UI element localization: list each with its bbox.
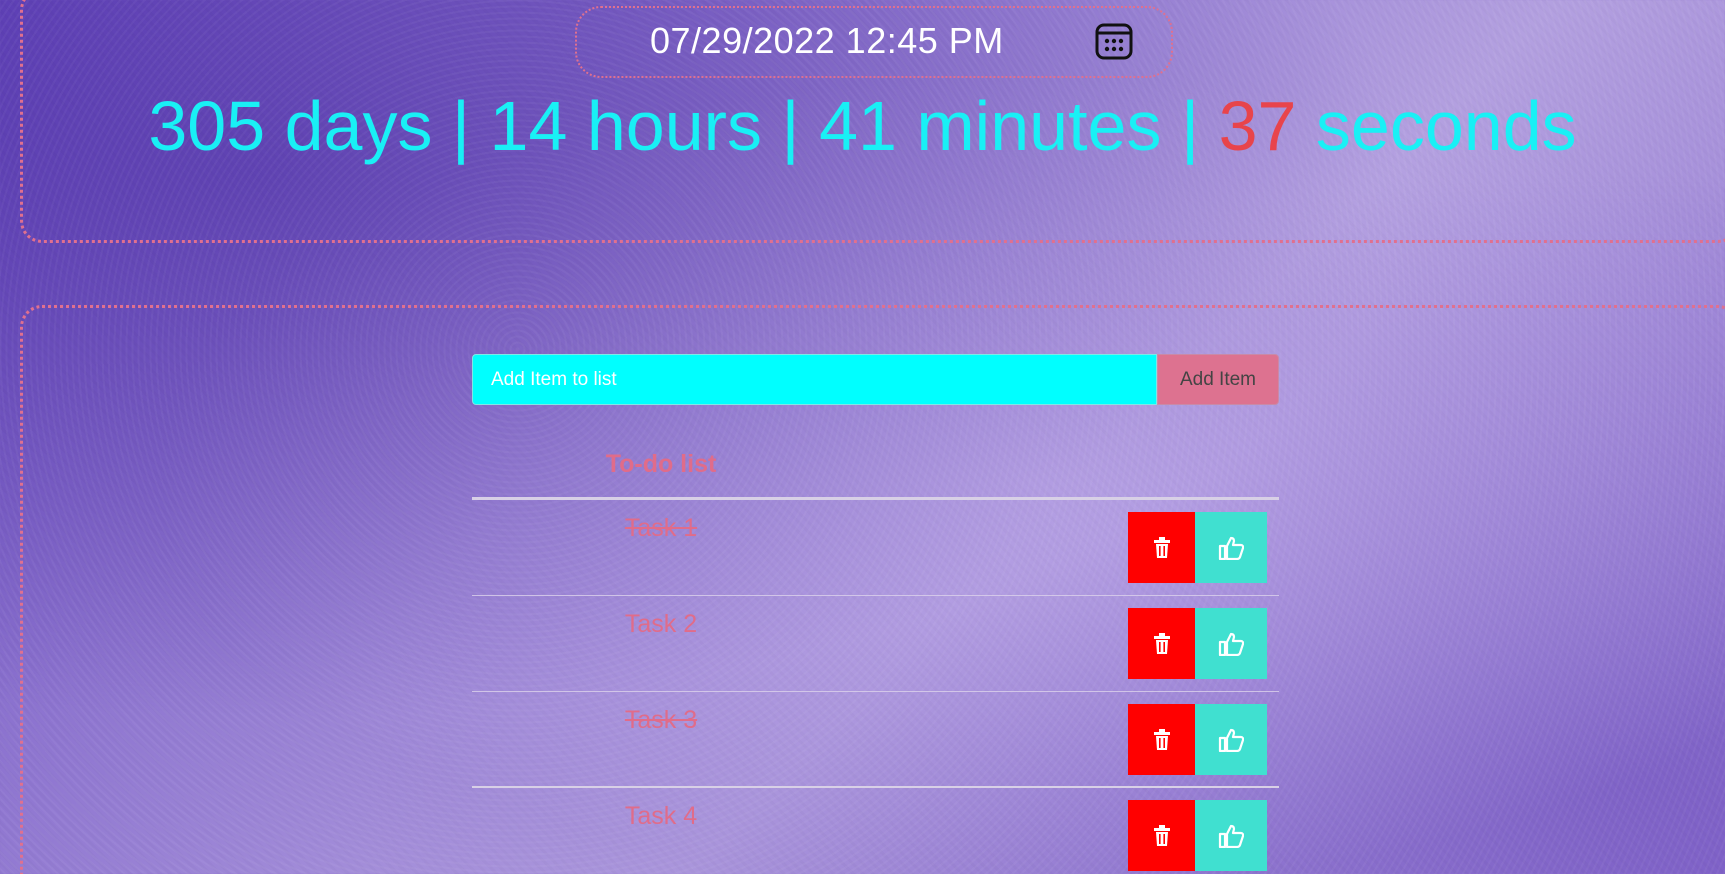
separator: | <box>1180 87 1200 165</box>
calendar-icon[interactable] <box>1094 21 1134 61</box>
list-item: Task 3 <box>472 692 1279 788</box>
list-item: Task 4 <box>472 788 1279 874</box>
add-item-input[interactable] <box>472 354 1157 405</box>
trash-icon <box>1153 632 1170 654</box>
thumbs-up-icon <box>1218 632 1244 656</box>
countdown-seconds-unit: seconds <box>1315 87 1577 165</box>
add-item-form: Add Item <box>472 354 1279 405</box>
trash-icon <box>1153 824 1170 846</box>
trash-icon <box>1153 728 1170 750</box>
trash-icon <box>1153 536 1170 558</box>
thumbs-up-icon <box>1218 536 1244 560</box>
countdown-hours: 14 hours <box>489 87 762 165</box>
separator: | <box>451 87 471 165</box>
list-item: Task 2 <box>472 596 1279 692</box>
task-label: Task 3 <box>624 706 698 734</box>
countdown-days: 305 days <box>148 87 433 165</box>
todo-list-header: To-do list <box>472 444 1279 500</box>
countdown-display: 305 days | 14 hours | 41 minutes | 37 se… <box>0 86 1725 166</box>
complete-button[interactable] <box>1195 704 1267 775</box>
thumbs-up-icon <box>1218 824 1244 848</box>
countdown-seconds-value: 37 <box>1218 87 1297 165</box>
separator: | <box>781 87 800 165</box>
complete-button[interactable] <box>1195 608 1267 679</box>
countdown-minutes: 41 minutes <box>819 87 1162 165</box>
task-label: Task 4 <box>624 802 698 830</box>
thumbs-up-icon <box>1218 728 1244 752</box>
add-item-button[interactable]: Add Item <box>1157 354 1279 405</box>
complete-button[interactable] <box>1195 512 1267 583</box>
todo-list-title: To-do list <box>605 450 717 478</box>
delete-button[interactable] <box>1128 800 1195 871</box>
delete-button[interactable] <box>1128 512 1195 583</box>
complete-button[interactable] <box>1195 800 1267 871</box>
delete-button[interactable] <box>1128 704 1195 775</box>
delete-button[interactable] <box>1128 608 1195 679</box>
datetime-value[interactable]: 07/29/2022 12:45 PM <box>650 20 1004 62</box>
list-item: Task 1 <box>472 500 1279 596</box>
task-label: Task 1 <box>624 514 698 542</box>
task-label: Task 2 <box>624 610 698 638</box>
